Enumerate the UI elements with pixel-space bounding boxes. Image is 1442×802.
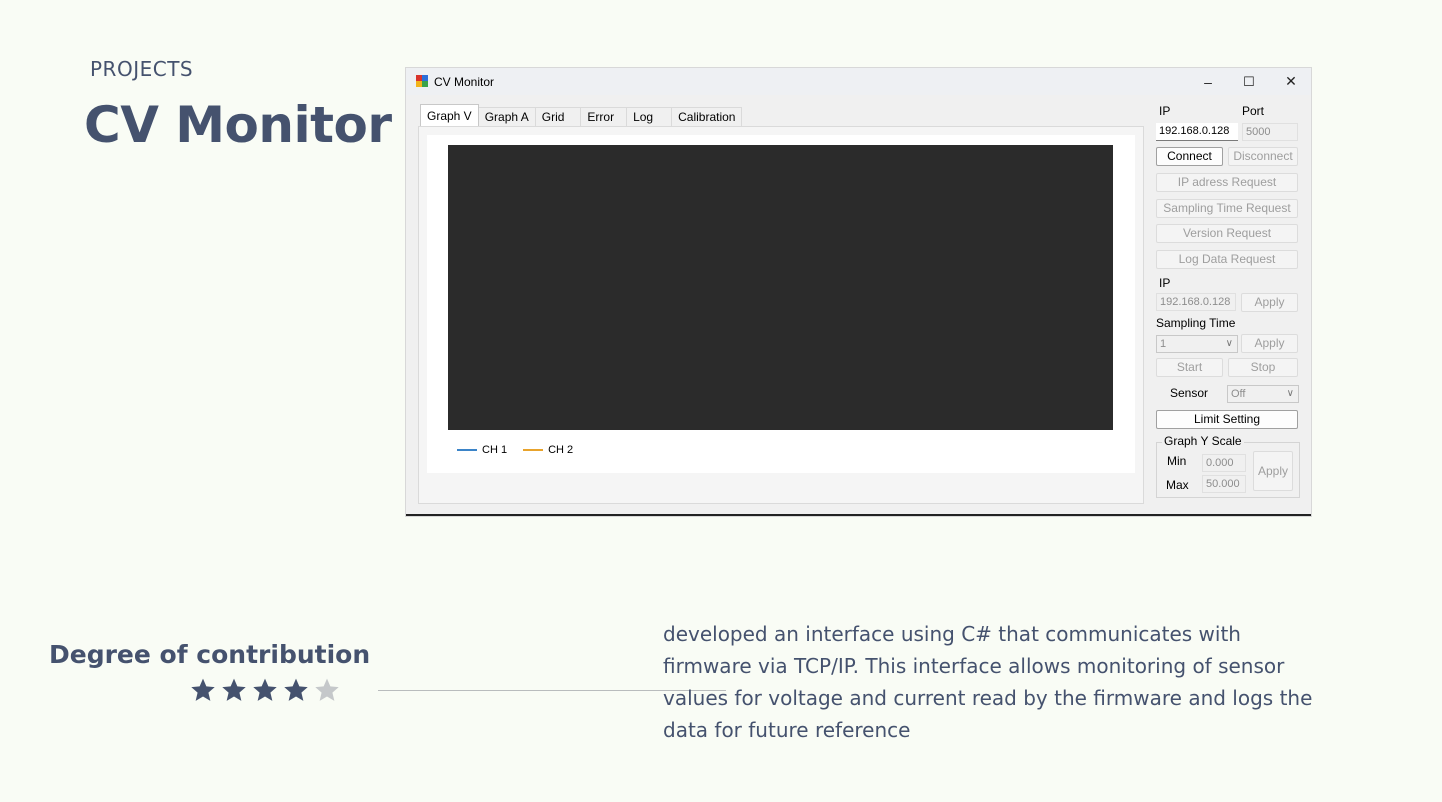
sensor-label: Sensor (1170, 386, 1209, 400)
star-icon-filled (191, 678, 215, 701)
contribution-label: Degree of contribution (49, 640, 371, 669)
legend-item-ch1: CH 1 (457, 444, 507, 456)
sampling-time-request-button[interactable]: Sampling Time Request (1156, 199, 1298, 218)
tab-grid[interactable]: Grid (534, 107, 582, 126)
page-title: CV Monitor (84, 96, 392, 154)
ip-set-input[interactable]: 192.168.0.128 (1156, 293, 1236, 311)
version-request-button[interactable]: Version Request (1156, 224, 1298, 243)
sampling-time-label: Sampling Time (1156, 316, 1236, 330)
graph-tab-page: CH 1 CH 2 (418, 126, 1144, 504)
tab-error[interactable]: Error (580, 107, 628, 126)
tab-graph-a[interactable]: Graph A (477, 107, 536, 126)
project-description: developed an interface using C# that com… (663, 622, 1313, 742)
window-title: CV Monitor (434, 75, 495, 89)
legend-label-ch2: CH 2 (548, 444, 574, 456)
star-icon-filled (284, 678, 308, 701)
ip-address-request-button[interactable]: IP adress Request (1156, 173, 1298, 192)
tab-graph-v[interactable]: Graph V (420, 104, 479, 126)
sampling-time-value: 1 (1160, 338, 1167, 350)
sensor-select[interactable]: Off ∨ (1227, 385, 1299, 403)
tab-strip: Graph V Graph A Grid Error Log Calibrati… (420, 104, 743, 127)
chevron-down-icon: ∨ (1225, 338, 1233, 349)
ip-input[interactable]: 192.168.0.128 (1156, 123, 1238, 141)
tab-log[interactable]: Log (626, 107, 673, 126)
legend-swatch-ch2 (523, 449, 544, 451)
y-min-input[interactable]: 0.000 (1202, 454, 1246, 472)
chart-container: CH 1 CH 2 (427, 135, 1135, 473)
contribution-rating (190, 677, 340, 703)
min-label: Min (1167, 454, 1187, 468)
star-icon-empty (315, 678, 339, 701)
legend-item-ch2: CH 2 (523, 444, 573, 456)
port-label: Port (1242, 104, 1265, 118)
control-panel: IP Port 192.168.0.128 5000 Connect Disco… (1154, 68, 1304, 508)
app-window: CV Monitor – ☐ ✕ Graph V Graph A Grid Er… (406, 68, 1311, 516)
graph-y-scale-title: Graph Y Scale (1162, 434, 1244, 448)
sampling-time-select[interactable]: 1 ∨ (1156, 335, 1238, 353)
star-icon-filled (222, 678, 246, 701)
port-input[interactable]: 5000 (1242, 123, 1298, 141)
start-button[interactable]: Start (1156, 358, 1223, 377)
max-label: Max (1166, 478, 1189, 492)
plot-area (448, 145, 1113, 430)
legend-label-ch1: CH 1 (482, 444, 508, 456)
graph-y-scale-group: Graph Y Scale Min Max 0.000 50.000 Apply (1156, 434, 1300, 498)
log-data-request-button[interactable]: Log Data Request (1156, 250, 1298, 269)
ip-set-label: IP (1159, 276, 1171, 290)
app-icon (416, 75, 428, 87)
tab-calibration[interactable]: Calibration (671, 107, 743, 126)
legend-swatch-ch1 (457, 449, 477, 451)
sensor-value: Off (1231, 388, 1246, 400)
stop-button[interactable]: Stop (1228, 358, 1298, 377)
projects-eyebrow: PROJECTS (90, 57, 194, 81)
limit-setting-button[interactable]: Limit Setting (1156, 410, 1298, 429)
disconnect-button[interactable]: Disconnect (1228, 147, 1298, 166)
connect-button[interactable]: Connect (1156, 147, 1223, 166)
chevron-down-icon: ∨ (1286, 388, 1294, 399)
ip-apply-button[interactable]: Apply (1241, 293, 1298, 312)
sampling-apply-button[interactable]: Apply (1241, 334, 1298, 353)
y-scale-apply-button[interactable]: Apply (1253, 451, 1293, 491)
y-max-input[interactable]: 50.000 (1202, 475, 1246, 493)
chart-legend: CH 1 CH 2 (457, 444, 573, 456)
ip-label: IP (1159, 104, 1171, 118)
star-icon-filled (253, 678, 277, 701)
